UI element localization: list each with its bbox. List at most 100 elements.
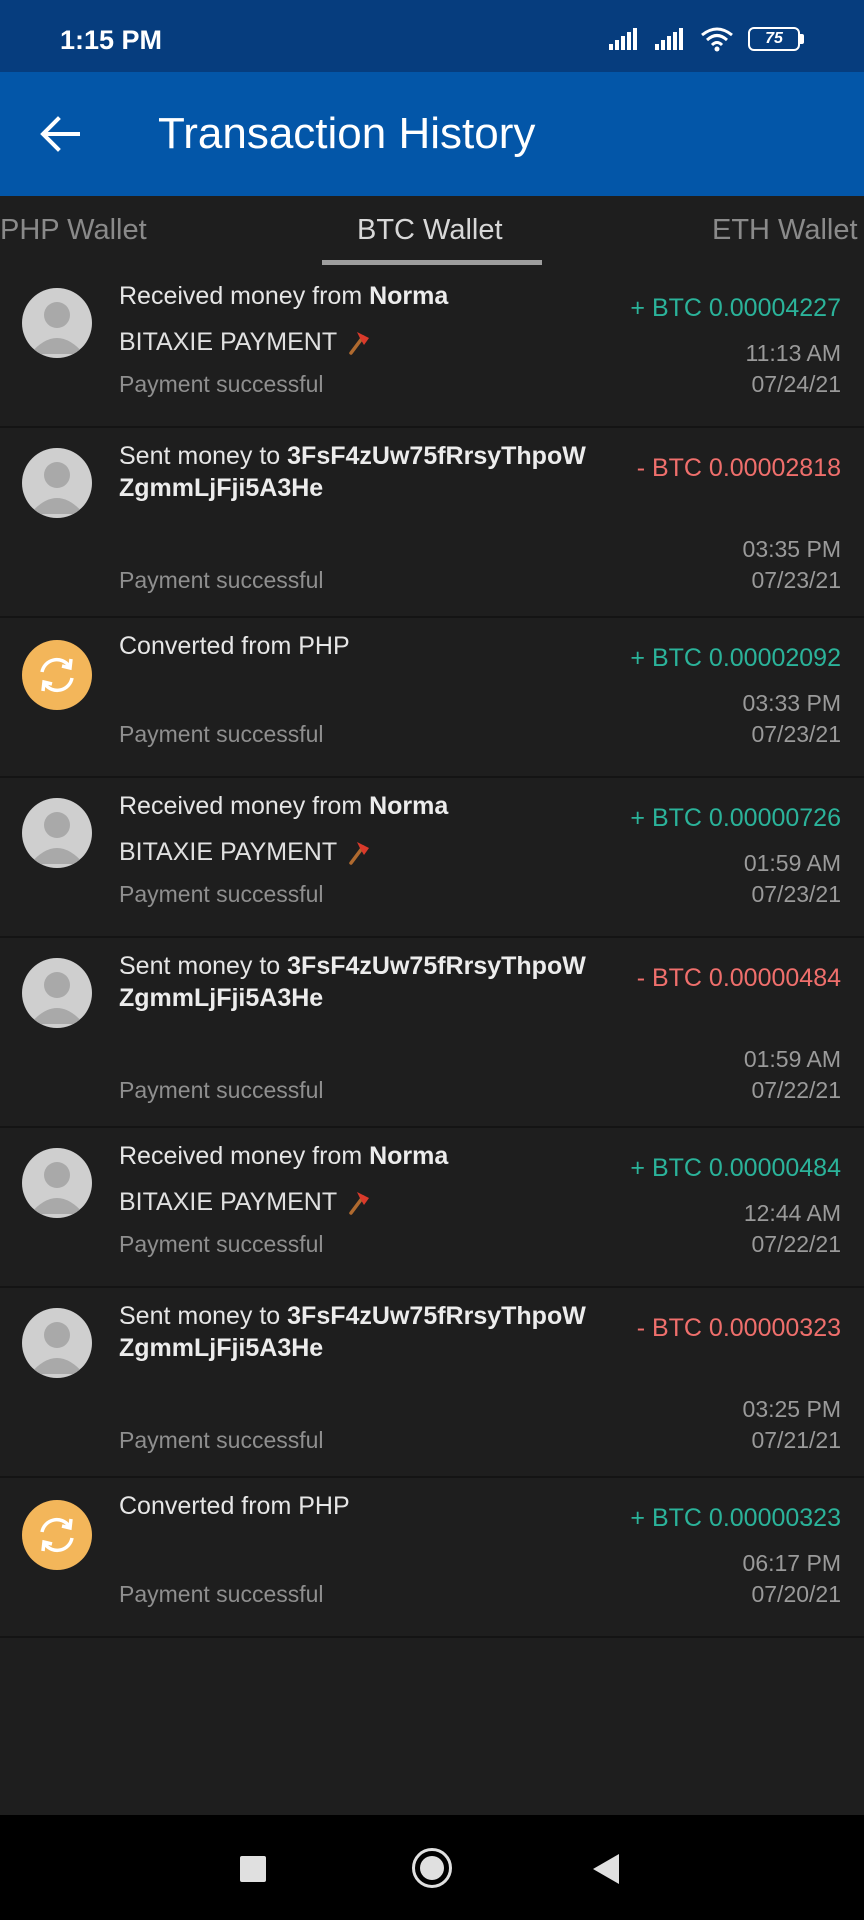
status-time: 1:15 PM xyxy=(60,24,163,55)
transaction-row[interactable]: Converted from PHP Payment successful + BT… xyxy=(0,1478,864,1638)
back-button[interactable] xyxy=(0,72,120,196)
counterparty-address-cont: ZgmmLjFji5A3He xyxy=(119,474,324,502)
transaction-title: Received money from xyxy=(119,282,370,310)
active-tab-indicator xyxy=(322,260,542,265)
transaction-status: Payment successful xyxy=(119,1231,324,1257)
transaction-time: 03:35 PM xyxy=(742,536,841,562)
tab-php-wallet[interactable]: PHP Wallet xyxy=(0,214,147,247)
counterparty-address-cont: ZgmmLjFji5A3He xyxy=(119,984,324,1012)
transaction-status: Payment successful xyxy=(119,371,324,397)
transaction-description: Received money from Norma xyxy=(119,280,609,312)
transaction-row[interactable]: Received money from Norma BITAXIE PAYMENT… xyxy=(0,268,864,428)
transaction-row[interactable]: Sent money to 3FsF4zUw75fRrsyThpoW ZgmmLj… xyxy=(0,938,864,1128)
transaction-status: Payment successful xyxy=(119,567,324,593)
person-avatar-icon xyxy=(22,1308,92,1378)
wallet-tabs: PHP Wallet BTC Wallet ETH Wallet xyxy=(0,196,864,268)
transaction-amount: + BTC 0.00000484 xyxy=(630,1154,841,1182)
transaction-time: 01:59 AM xyxy=(743,850,841,876)
transaction-amount: + BTC 0.00002092 xyxy=(630,644,841,672)
counterparty-name: 3FsF4zUw75fRrsyThpoW xyxy=(287,442,586,470)
avatar xyxy=(22,1308,92,1378)
transaction-title: Sent money to xyxy=(119,952,288,980)
axe-icon xyxy=(349,1192,370,1216)
transaction-amount: - BTC 0.00000484 xyxy=(636,964,841,992)
battery-level: 75 xyxy=(748,27,800,51)
avatar xyxy=(22,958,92,1028)
memo-text: BITAXIE PAYMENT xyxy=(119,1188,338,1216)
transaction-row[interactable]: Received money from Norma BITAXIE PAYMENT… xyxy=(0,1128,864,1288)
transaction-title: Sent money to xyxy=(119,1302,288,1330)
transaction-title: Sent money to xyxy=(119,442,288,470)
transaction-date: 07/23/21 xyxy=(751,881,841,907)
page-title: Transaction History xyxy=(158,109,536,158)
transaction-date: 07/22/21 xyxy=(751,1231,841,1257)
home-button[interactable] xyxy=(412,1848,452,1888)
person-avatar-icon xyxy=(22,288,92,358)
battery-icon: 75 xyxy=(748,27,804,51)
transaction-amount: - BTC 0.00000323 xyxy=(636,1314,841,1342)
arrow-left-icon xyxy=(40,116,80,152)
transaction-description: Sent money to 3FsF4zUw75fRrsyThpoW ZgmmLj… xyxy=(119,440,609,504)
system-back-button[interactable] xyxy=(593,1854,619,1884)
transaction-time: 03:25 PM xyxy=(742,1396,841,1422)
transaction-memo: BITAXIE PAYMENT xyxy=(119,328,371,357)
counterparty-address-cont: ZgmmLjFji5A3He xyxy=(119,1334,324,1362)
convert-arrows-icon xyxy=(22,1500,92,1570)
transaction-description: Converted from PHP xyxy=(119,1490,609,1522)
transaction-description: Sent money to 3FsF4zUw75fRrsyThpoW ZgmmLj… xyxy=(119,950,609,1014)
transaction-title: Converted from PHP xyxy=(119,1492,350,1520)
transaction-list: Received money from Norma BITAXIE PAYMENT… xyxy=(0,268,864,1638)
transaction-amount: + BTC 0.00004227 xyxy=(630,294,841,322)
person-avatar-icon xyxy=(22,1148,92,1218)
transaction-description: Converted from PHP xyxy=(119,630,609,662)
transaction-time: 11:13 AM xyxy=(745,340,841,366)
transaction-description: Received money from Norma xyxy=(119,790,609,822)
counterparty-name: Norma xyxy=(369,792,449,820)
transaction-description: Sent money to 3FsF4zUw75fRrsyThpoW ZgmmLj… xyxy=(119,1300,609,1364)
status-bar: 1:15 PM 75 xyxy=(0,0,864,72)
tab-btc-wallet[interactable]: BTC Wallet xyxy=(357,214,503,247)
counterparty-name: 3FsF4zUw75fRrsyThpoW xyxy=(287,1302,586,1330)
convert-badge xyxy=(22,1500,92,1570)
transaction-memo: BITAXIE PAYMENT xyxy=(119,1188,371,1217)
memo-text: BITAXIE PAYMENT xyxy=(119,838,338,866)
transaction-row[interactable]: Sent money to 3FsF4zUw75fRrsyThpoW ZgmmLj… xyxy=(0,1288,864,1478)
transaction-time: 12:44 AM xyxy=(743,1200,841,1226)
avatar xyxy=(22,288,92,358)
counterparty-name: Norma xyxy=(369,1142,449,1170)
avatar xyxy=(22,448,92,518)
app-bar: Transaction History xyxy=(0,72,864,196)
transaction-title: Received money from xyxy=(119,1142,370,1170)
transaction-status: Payment successful xyxy=(119,881,324,907)
avatar xyxy=(22,798,92,868)
signal-icon xyxy=(655,28,683,50)
transaction-amount: + BTC 0.00000726 xyxy=(630,804,841,832)
status-icons: 75 xyxy=(608,20,804,52)
transaction-status: Payment successful xyxy=(119,1077,324,1103)
transaction-amount: + BTC 0.00000323 xyxy=(630,1504,841,1532)
convert-badge xyxy=(22,640,92,710)
transaction-row[interactable]: Received money from Norma BITAXIE PAYMENT… xyxy=(0,778,864,938)
transaction-date: 07/23/21 xyxy=(751,567,841,593)
recents-button[interactable] xyxy=(240,1856,266,1882)
transaction-title: Converted from PHP xyxy=(119,632,350,660)
axe-icon xyxy=(349,842,370,866)
convert-arrows-icon xyxy=(22,640,92,710)
transaction-date: 07/23/21 xyxy=(751,721,841,747)
transaction-date: 07/24/21 xyxy=(751,371,841,397)
transaction-amount: - BTC 0.00002818 xyxy=(636,454,841,482)
transaction-row[interactable]: Sent money to 3FsF4zUw75fRrsyThpoW ZgmmLj… xyxy=(0,428,864,618)
transaction-time: 01:59 AM xyxy=(743,1046,841,1072)
person-avatar-icon xyxy=(22,958,92,1028)
transaction-row[interactable]: Converted from PHP Payment successful + BT… xyxy=(0,618,864,778)
counterparty-name: 3FsF4zUw75fRrsyThpoW xyxy=(287,952,586,980)
avatar xyxy=(22,1148,92,1218)
transaction-date: 07/22/21 xyxy=(751,1077,841,1103)
tab-eth-wallet[interactable]: ETH Wallet xyxy=(712,214,858,247)
memo-text: BITAXIE PAYMENT xyxy=(119,328,338,356)
transaction-title: Received money from xyxy=(119,792,370,820)
transaction-memo: BITAXIE PAYMENT xyxy=(119,838,371,867)
transaction-status: Payment successful xyxy=(119,721,324,747)
transaction-status: Payment successful xyxy=(119,1581,324,1607)
counterparty-name: Norma xyxy=(369,282,449,310)
